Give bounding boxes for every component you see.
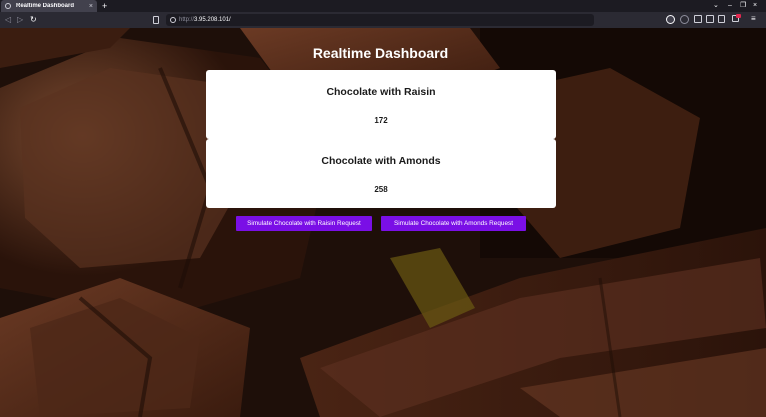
extensions-icon[interactable] [694, 15, 702, 23]
back-icon[interactable]: ◁ [5, 15, 11, 25]
navigation-toolbar: ◁ ▷ ↻ http://3.95.208.101/ ≡ [0, 12, 766, 28]
sync-icon[interactable] [680, 15, 689, 24]
forward-icon[interactable]: ▷ [17, 15, 23, 25]
url-host: 3.95.208.101/ [194, 17, 231, 23]
site-info-icon[interactable] [170, 17, 176, 23]
new-tab-button[interactable]: + [102, 1, 107, 11]
simulate-raisin-request-button[interactable]: Simulate Chocolate with Raisin Request [236, 216, 372, 231]
almonds-card: Chocolate with Amonds 258 [206, 139, 556, 208]
close-tab-icon[interactable]: × [89, 3, 93, 10]
address-bar[interactable]: http://3.95.208.101/ [166, 14, 594, 26]
tab-strip: Realtime Dashboard × + ⌄ – ❐ × [0, 0, 766, 12]
close-window-icon[interactable]: × [753, 2, 757, 10]
minimize-icon[interactable]: – [728, 2, 732, 10]
page-title: Realtime Dashboard [312, 45, 449, 61]
url-scheme: http:// [179, 17, 195, 23]
almonds-card-title: Chocolate with Amonds [321, 155, 441, 167]
menu-icon[interactable]: ≡ [751, 14, 756, 24]
raisin-count: 172 [374, 116, 388, 125]
reader-view-icon[interactable] [153, 16, 159, 24]
raisin-card-title: Chocolate with Raisin [326, 86, 436, 98]
globe-icon [5, 3, 11, 9]
page-viewport: Realtime Dashboard Chocolate with Raisin… [0, 28, 766, 417]
tab-title: Realtime Dashboard [16, 3, 75, 9]
downloads-icon[interactable] [706, 15, 714, 23]
account-icon[interactable] [666, 15, 675, 24]
simulate-almonds-request-button[interactable]: Simulate Chocolate with Amonds Request [381, 216, 526, 231]
reload-icon[interactable]: ↻ [30, 15, 37, 25]
restore-icon[interactable]: ❐ [740, 2, 746, 10]
notification-icon[interactable] [732, 14, 741, 22]
tab-realtime-dashboard[interactable]: Realtime Dashboard × [1, 0, 97, 12]
tab-list-icon[interactable]: ⌄ [713, 2, 719, 10]
sidebar-icon[interactable] [718, 15, 725, 23]
almonds-count: 258 [374, 185, 388, 194]
raisin-card: Chocolate with Raisin 172 [206, 70, 556, 139]
url-text[interactable]: http://3.95.208.101/ [179, 16, 231, 24]
